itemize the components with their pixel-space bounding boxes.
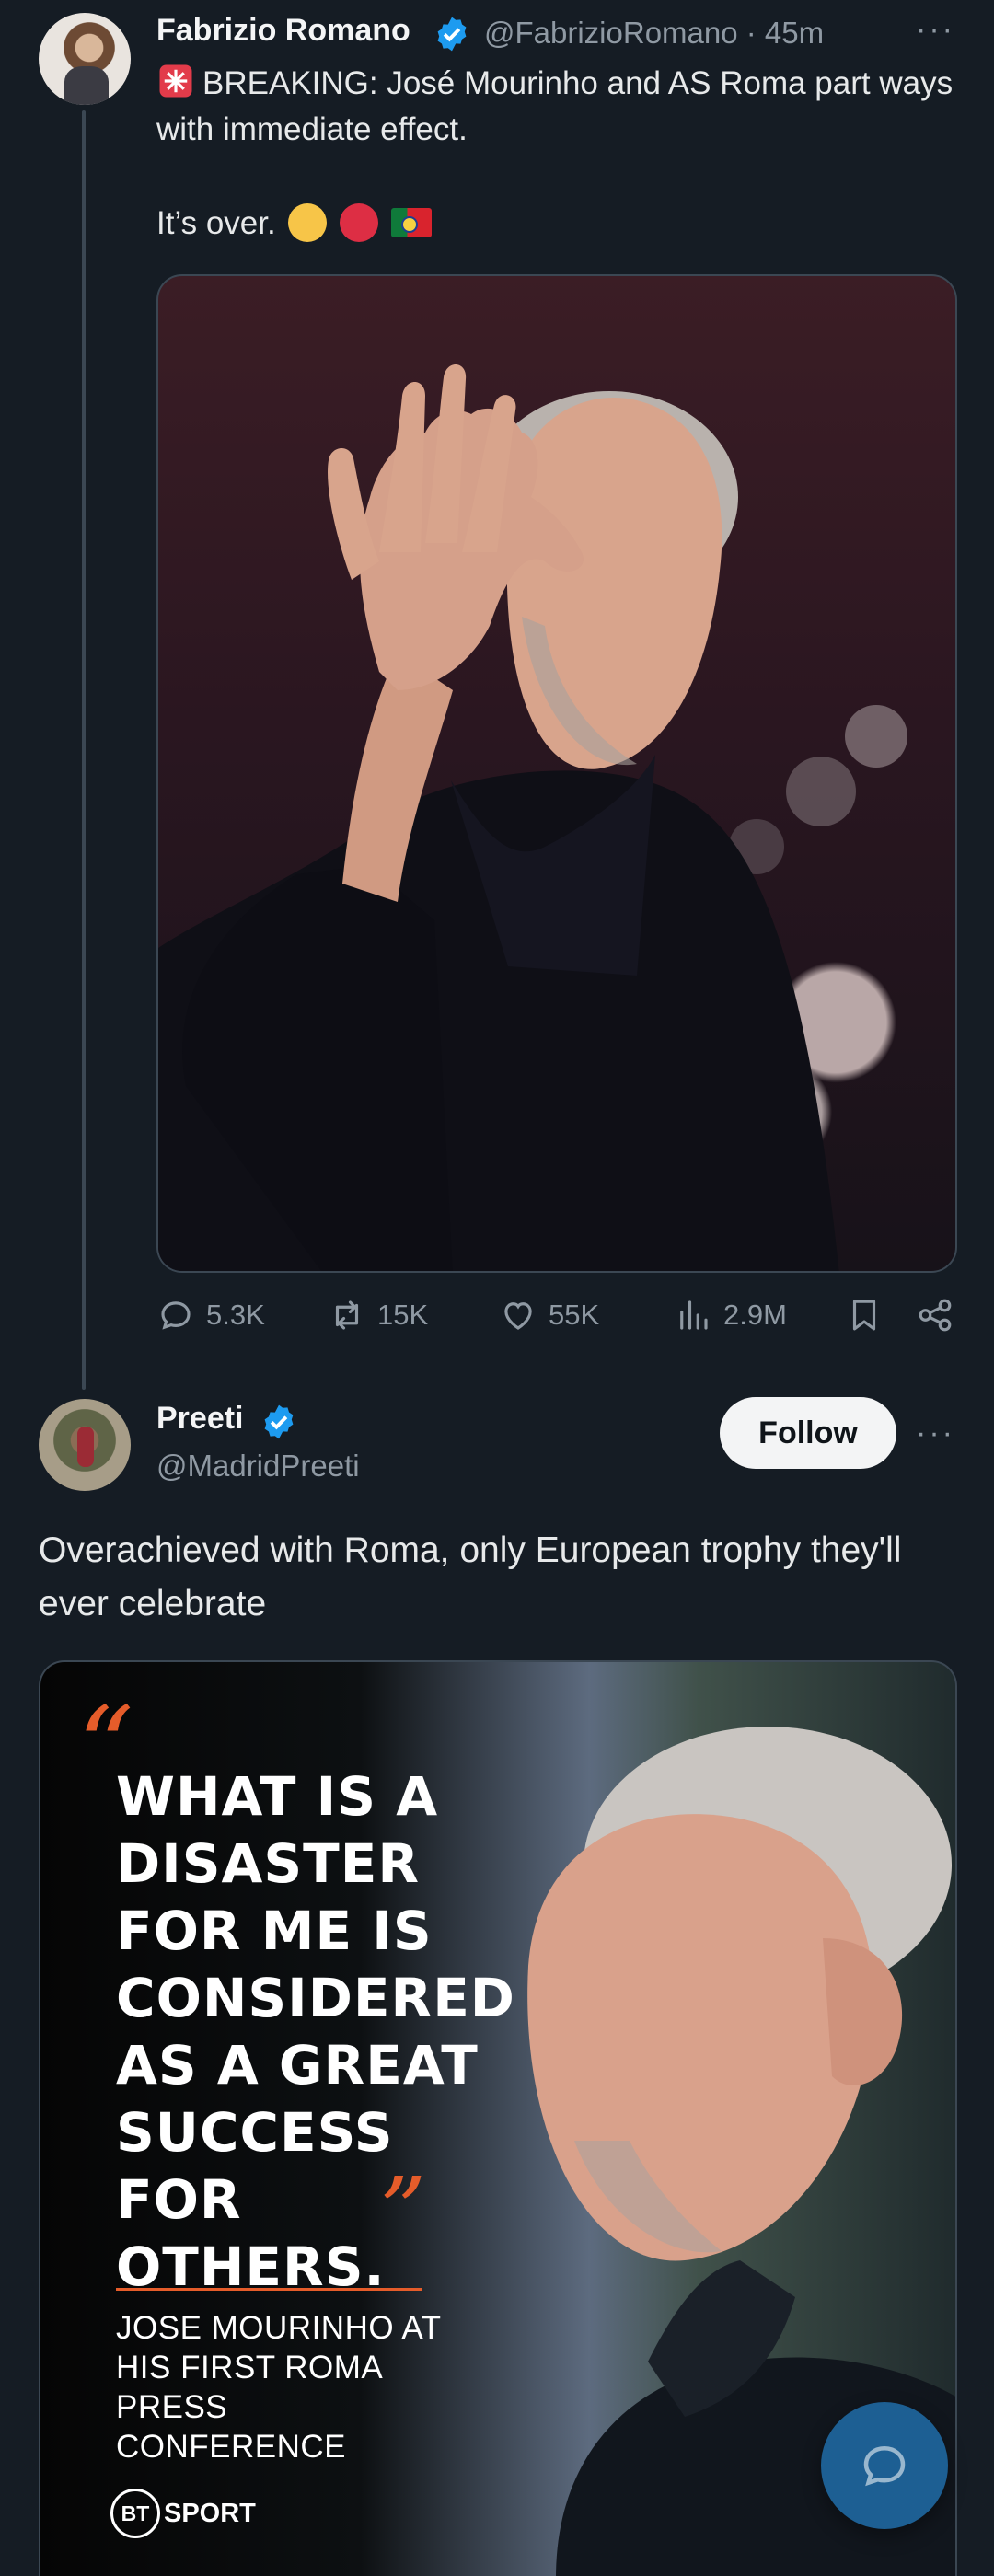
more-options-button[interactable]: ··· [916,12,955,48]
tweet-text: Overachieved with Roma, only European tr… [39,1531,902,1623]
views-button[interactable]: 2.9M [674,1296,787,1334]
reply-icon [161,1301,191,1330]
author-name[interactable]: Preeti [156,1401,244,1437]
tweet-text: BREAKING: José Mourinho and AS Roma part… [156,61,966,153]
police-light-emoji-icon [159,64,192,98]
handle-and-timestamp[interactable]: @FabrizioRomano · 45m [484,16,824,51]
tweet-action-bar: 5.3K 15K 55K 2.9M [156,1296,966,1351]
avatar[interactable] [39,13,131,105]
like-count: 55K [549,1299,600,1331]
quote-text: WHAT IS A DISASTER FOR ME IS CONSIDERED … [116,1765,515,2298]
mourinho-waving-photo [158,364,907,1271]
share-icon [919,1299,952,1332]
quote-divider [116,2288,422,2291]
red-circle-emoji-icon [340,203,379,242]
tweet-media-photo[interactable] [156,274,957,1273]
views-chart-icon [680,1300,708,1330]
yellow-circle-emoji-icon [288,203,328,242]
tweet-text-second: It’s over. [156,201,432,247]
more-options-button[interactable]: ··· [916,1415,955,1451]
heart-icon [504,1302,532,1330]
author-name[interactable]: Fabrizio Romano [156,13,410,49]
tweet-text-line: BREAKING: José Mourinho and AS Roma part… [156,65,954,147]
verified-badge-icon [437,17,467,52]
repost-icon [335,1300,359,1330]
avatar[interactable] [39,1399,131,1491]
bt-sport-logo: BT SPORT [110,2489,256,2538]
quote-close-mark: ” [379,2157,427,2265]
quote-attribution: JOSE MOURINHO AT HIS FIRST ROMA PRESS CO… [116,2310,441,2465]
compose-reply-fab[interactable] [821,2402,948,2529]
reply-button[interactable]: 5.3K [156,1296,265,1334]
view-count: 2.9M [723,1299,787,1331]
repost-button[interactable]: 15K [328,1296,428,1334]
thread-connector-line [82,110,86,1390]
bt-badge: BT [110,2489,160,2538]
share-button[interactable] [916,1296,954,1334]
verified-badge-icon [264,1404,294,1439]
reply-count: 5.3K [206,1299,265,1331]
portugal-flag-emoji-icon [390,208,432,237]
repost-count: 15K [377,1299,429,1331]
chat-bubble-icon [863,2445,906,2487]
tweet-text-closing: It’s over. [156,205,276,241]
follow-button[interactable]: Follow [720,1397,896,1469]
bookmark-icon [852,1300,876,1331]
handle[interactable]: @MadridPreeti [156,1449,360,1484]
bt-sport-wordmark: SPORT [164,2498,256,2528]
like-button[interactable]: 55K [499,1296,599,1334]
bookmark-button[interactable] [845,1296,884,1334]
